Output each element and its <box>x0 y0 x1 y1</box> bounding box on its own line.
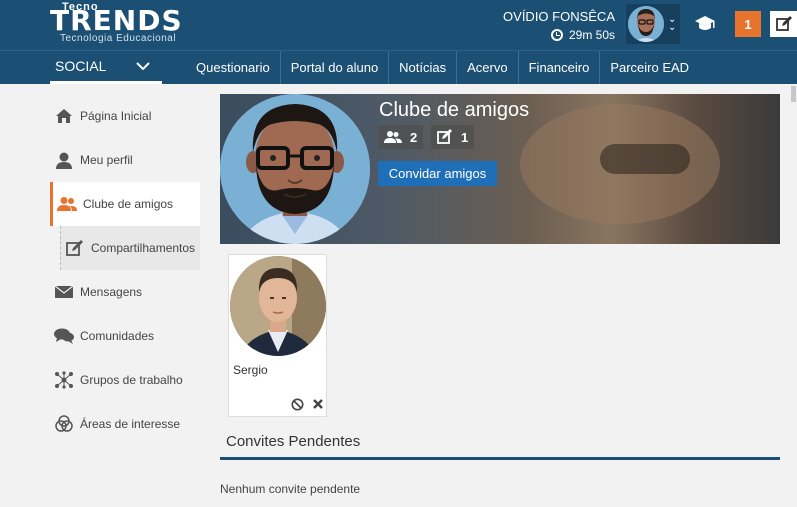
scrollbar-thumb[interactable] <box>791 86 796 102</box>
nav-item-questionario[interactable]: Questionario <box>186 51 281 84</box>
sidebar-item-comunidades[interactable]: Comunidades <box>50 314 200 358</box>
chevron-down-icon: ⌄ ⌄ <box>668 14 677 33</box>
social-label: SOCIAL <box>55 58 107 74</box>
sidebar-item-label: Clube de amigos <box>83 197 174 211</box>
clock-icon <box>550 29 563 41</box>
sidebar-item-label: Compartilhamentos <box>91 241 196 255</box>
nav-item-portal-aluno[interactable]: Portal do aluno <box>281 51 390 84</box>
session-timer: 29m 50s <box>550 28 615 42</box>
edit-icon <box>775 16 792 31</box>
logo[interactable]: TRENDS Tecno Tecnologia Educacional <box>50 1 195 46</box>
friend-card[interactable]: Sergio <box>228 254 327 417</box>
scrollbar[interactable] <box>790 84 797 507</box>
friend-name: Sergio <box>233 363 268 377</box>
users-icon <box>57 195 77 213</box>
pending-invites-heading: Convites Pendentes <box>226 433 361 450</box>
sidebar-item-label: Áreas de interesse <box>80 417 181 431</box>
envelope-icon <box>54 283 74 301</box>
divider <box>220 457 780 460</box>
sidebar-item-clube-amigos[interactable]: Clube de amigos <box>50 182 200 226</box>
club-banner: Clube de amigos 2 1 Convidar amigos <box>220 94 780 244</box>
circles-icon <box>54 415 74 433</box>
friends-count-badge: 2 <box>378 125 424 149</box>
sidebar-item-label: Página Inicial <box>80 109 152 123</box>
sidebar-item-grupos-trabalho[interactable]: Grupos de trabalho <box>50 358 200 402</box>
social-menu[interactable]: SOCIAL <box>50 51 162 84</box>
graduation-cap-icon[interactable] <box>694 14 716 34</box>
page-title: Clube de amigos <box>379 99 530 121</box>
top-header: TRENDS Tecno Tecnologia Educacional OVÍD… <box>0 0 797 50</box>
avatar <box>628 6 664 42</box>
notifications-badge[interactable]: 1 <box>735 11 761 37</box>
logo-subtitle: Tecnologia Educacional <box>60 33 177 44</box>
friends-count: 2 <box>410 129 418 145</box>
sidebar-item-mensagens[interactable]: Mensagens <box>50 270 200 314</box>
user-icon <box>54 151 74 169</box>
close-icon[interactable] <box>312 398 324 410</box>
invite-friends-button[interactable]: Convidar amigos <box>378 161 497 186</box>
pending-invites-empty: Nenhum convite pendente <box>220 482 361 496</box>
nav-item-acervo[interactable]: Acervo <box>457 51 519 84</box>
sidebar-item-label: Comunidades <box>80 329 155 343</box>
sidebar-item-label: Grupos de trabalho <box>80 373 183 387</box>
sidebar: Página Inicial Meu perfil Clube de amigo… <box>50 94 200 446</box>
block-icon[interactable] <box>291 398 304 411</box>
chevron-down-icon <box>136 62 150 70</box>
main-nav: SOCIAL Questionario Portal do aluno Notí… <box>0 50 797 84</box>
nav-item-parceiro-ead[interactable]: Parceiro EAD <box>600 51 699 84</box>
sidebar-item-label: Mensagens <box>80 285 143 299</box>
sidebar-item-label: Meu perfil <box>80 153 133 167</box>
banner-background-shade <box>600 144 690 174</box>
sidebar-item-pagina-inicial[interactable]: Página Inicial <box>50 94 200 138</box>
comments-icon <box>54 327 74 345</box>
nav-item-noticias[interactable]: Notícias <box>389 51 458 84</box>
user-menu-button[interactable]: ⌄ ⌄ <box>626 4 680 44</box>
user-name: OVÍDIO FONSÊCA <box>503 9 615 24</box>
users-icon <box>384 131 402 143</box>
sidebar-item-meu-perfil[interactable]: Meu perfil <box>50 138 200 182</box>
logo-top-text: Tecno <box>62 1 99 13</box>
friend-photo <box>230 256 326 356</box>
nav-item-financeiro[interactable]: Financeiro <box>519 51 601 84</box>
shares-count-badge: 1 <box>431 125 475 149</box>
sidebar-item-compartilhamentos[interactable]: Compartilhamentos <box>60 226 200 270</box>
edit-button[interactable] <box>770 11 797 37</box>
timer-value: 29m 50s <box>568 28 615 42</box>
network-icon <box>54 371 74 389</box>
profile-avatar <box>220 94 370 244</box>
edit-icon <box>65 239 85 257</box>
home-icon <box>54 107 74 125</box>
shares-count: 1 <box>461 129 469 145</box>
sidebar-item-areas-interesse[interactable]: Áreas de interesse <box>50 402 200 446</box>
edit-icon <box>437 129 452 144</box>
